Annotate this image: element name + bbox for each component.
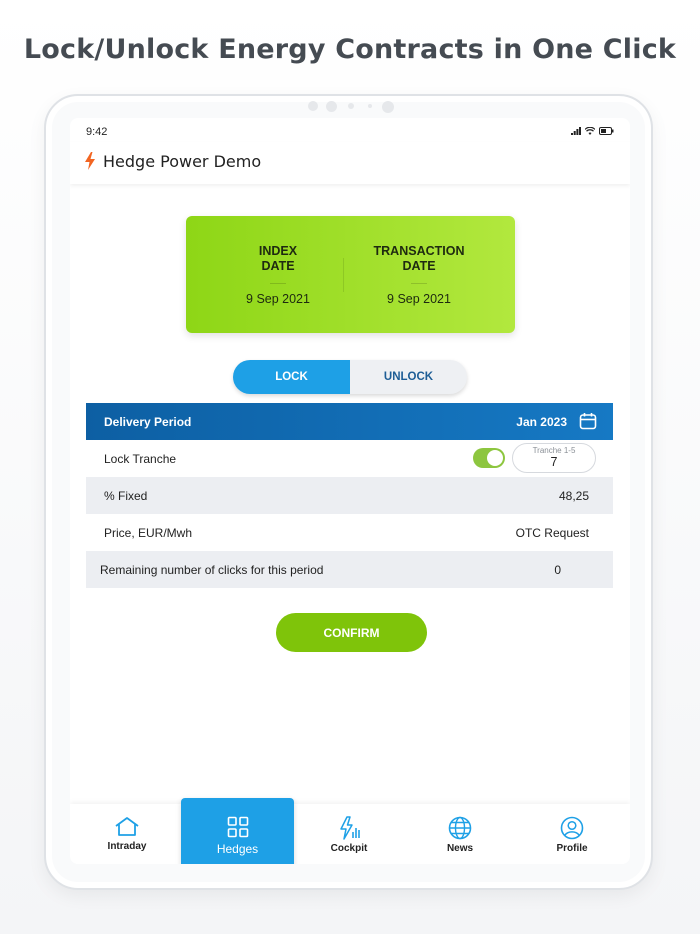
bolt-chart-icon	[340, 816, 360, 840]
grid-icon	[227, 816, 248, 838]
table-row: % Fixed 48,25	[86, 477, 613, 514]
calendar-icon[interactable]	[579, 412, 597, 430]
unlock-tab[interactable]: UNLOCK	[350, 360, 467, 394]
sensor-dot	[326, 101, 337, 112]
tab-label: Hedges	[216, 842, 259, 856]
transaction-date-label: TRANSACTION DATE	[373, 244, 465, 273]
sensor-dot	[382, 101, 394, 113]
index-date-value: 9 Sep 2021	[246, 292, 310, 306]
row-value: OTC Request	[515, 526, 589, 540]
confirm-button[interactable]: CONFIRM	[276, 613, 427, 652]
delivery-period-value: Jan 2023	[516, 415, 567, 429]
tab-cockpit[interactable]: Cockpit	[294, 804, 404, 864]
wifi-icon	[585, 127, 595, 135]
status-bar: 9:42	[70, 118, 630, 142]
status-time: 9:42	[86, 126, 108, 138]
lock-tab[interactable]: LOCK	[233, 360, 350, 394]
bottom-tab-bar: Intraday Hedges Cockpit News Profile	[70, 798, 630, 864]
tranche-input[interactable]: Tranche 1-5 7	[512, 443, 596, 473]
bolt-icon	[85, 152, 95, 170]
transaction-date: TRANSACTION DATE 9 Sep 2021	[344, 244, 494, 306]
tab-label: News	[446, 843, 474, 854]
sensor-dot	[368, 104, 372, 108]
transaction-date-value: 9 Sep 2021	[387, 292, 451, 306]
row-value: 48,25	[558, 489, 589, 503]
delivery-period-label: Delivery Period	[104, 415, 192, 429]
contract-table: Delivery Period Jan 2023 Lock Tranche Tr…	[86, 403, 613, 588]
row-label: Price, EUR/Mwh	[104, 526, 193, 540]
delivery-period-header[interactable]: Delivery Period Jan 2023	[86, 403, 613, 440]
row-label: Lock Tranche	[104, 452, 177, 466]
status-icons	[571, 127, 614, 135]
tab-news[interactable]: News	[405, 804, 515, 864]
sensor-dot	[308, 101, 318, 111]
signal-icon	[571, 127, 581, 135]
battery-icon	[599, 127, 614, 135]
user-circle-icon	[560, 816, 584, 840]
tab-hedges[interactable]: Hedges	[181, 798, 294, 864]
table-row: Lock Tranche Tranche 1-5 7	[86, 440, 613, 477]
date-card: INDEX DATE 9 Sep 2021 TRANSACTION DATE 9…	[186, 216, 515, 333]
tab-label: Intraday	[107, 841, 147, 852]
camera-icon	[348, 103, 354, 109]
app-screen: 9:42 Hedge Power Demo INDEX DATE 9 Sep 2…	[70, 118, 630, 864]
lock-unlock-toggle: LOCK UNLOCK	[233, 360, 467, 394]
globe-icon	[448, 816, 472, 840]
tranche-value: 7	[550, 455, 558, 469]
app-title: Hedge Power Demo	[103, 152, 262, 171]
row-label: % Fixed	[104, 489, 148, 503]
row-label: Remaining number of clicks for this peri…	[100, 563, 324, 577]
index-date-label: INDEX DATE	[258, 244, 298, 273]
tranche-caption: Tranche 1-5	[532, 446, 576, 455]
tab-profile[interactable]: Profile	[517, 804, 627, 864]
tab-label: Profile	[556, 843, 588, 854]
table-row: Price, EUR/Mwh OTC Request	[86, 514, 613, 551]
headline: Lock/Unlock Energy Contracts in One Clic…	[23, 34, 677, 65]
house-icon	[115, 817, 139, 836]
index-date: INDEX DATE 9 Sep 2021	[203, 244, 353, 306]
lock-tranche-switch[interactable]	[473, 448, 505, 468]
row-value: 0	[554, 563, 561, 577]
tab-intraday[interactable]: Intraday	[72, 804, 182, 864]
app-bar: Hedge Power Demo	[70, 142, 630, 184]
tab-label: Cockpit	[330, 843, 368, 854]
table-row: Remaining number of clicks for this peri…	[86, 551, 613, 588]
